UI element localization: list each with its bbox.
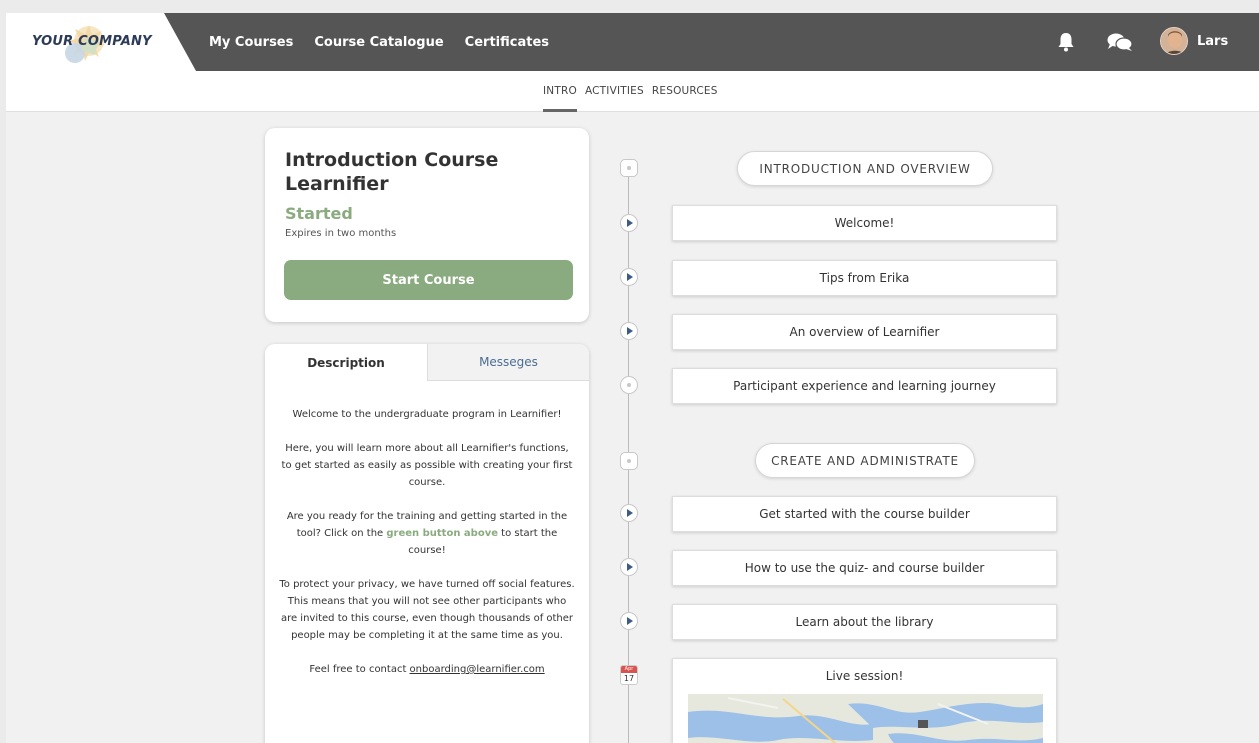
play-icon (627, 219, 633, 227)
chat-icon[interactable] (1107, 32, 1133, 52)
bell-icon[interactable] (1057, 32, 1075, 52)
tab-intro[interactable]: INTRO (543, 85, 577, 112)
timeline-node (620, 558, 638, 576)
activity-tips[interactable]: Tips from Erika (672, 260, 1057, 296)
timeline-node (620, 504, 638, 522)
sub-navbar: INTRO ACTIVITIES RESOURCES (6, 71, 1259, 112)
activity-library[interactable]: Learn about the library (672, 604, 1057, 640)
course-status: Started (285, 204, 353, 223)
play-icon (627, 327, 633, 335)
main-nav: My Courses Course Catalogue Certificates (209, 13, 570, 71)
dot-icon (627, 383, 631, 387)
live-session-card[interactable]: Live session! (672, 658, 1057, 743)
play-icon (627, 617, 633, 625)
green-button-reference: green button above (386, 528, 498, 539)
section-introduction[interactable]: INTRODUCTION AND OVERVIEW (737, 151, 993, 186)
start-course-button[interactable]: Start Course (284, 260, 573, 300)
map-icon (688, 694, 1043, 743)
avatar[interactable] (1160, 27, 1188, 55)
timeline-section-node (620, 452, 638, 470)
logo-text: YOUR COMPANY (32, 34, 152, 49)
logo[interactable]: YOUR COMPANY (6, 13, 196, 71)
timeline-node (620, 612, 638, 630)
description-paragraph: Are you ready for the training and getti… (279, 508, 575, 559)
dot-icon (627, 459, 631, 463)
tab-activities[interactable]: ACTIVITIES (585, 85, 644, 97)
user-name[interactable]: Lars (1197, 34, 1228, 49)
top-navbar: YOUR COMPANY My Courses Course Catalogue… (6, 13, 1259, 71)
tab-description[interactable]: Description (265, 344, 427, 381)
activity-overview[interactable]: An overview of Learnifier (672, 314, 1057, 350)
play-icon (627, 273, 633, 281)
calendar-month: Apr (621, 666, 637, 673)
description-paragraph: Feel free to contact onboarding@learnifi… (279, 661, 575, 678)
timeline-node (620, 214, 638, 232)
activity-quiz-builder[interactable]: How to use the quiz- and course builder (672, 550, 1057, 586)
timeline-node (620, 268, 638, 286)
description-text: Welcome to the undergraduate program in … (279, 406, 575, 695)
course-title: Introduction Course Learnifier (285, 149, 499, 195)
timeline-section-node (620, 159, 638, 177)
calendar-icon: Apr 17 (620, 665, 638, 685)
description-paragraph: Here, you will learn more about all Lear… (281, 443, 573, 488)
contact-email-link[interactable]: onboarding@learnifier.com (410, 664, 545, 675)
app-frame: YOUR COMPANY My Courses Course Catalogue… (6, 13, 1259, 743)
calendar-day: 17 (623, 674, 635, 683)
course-expiry: Expires in two months (285, 228, 397, 239)
activity-course-builder[interactable]: Get started with the course builder (672, 496, 1057, 532)
nav-certificates[interactable]: Certificates (465, 35, 549, 50)
live-session-title: Live session! (825, 669, 904, 683)
activity-welcome[interactable]: Welcome! (672, 205, 1057, 241)
timeline-node (620, 322, 638, 340)
tab-messages[interactable]: Messeges (427, 344, 589, 381)
timeline-node (620, 376, 638, 394)
tab-resources[interactable]: RESOURCES (652, 85, 718, 97)
play-icon (627, 563, 633, 571)
description-paragraph: Welcome to the undergraduate program in … (292, 409, 562, 420)
user-avatar-icon (1161, 28, 1187, 54)
activity-participant-experience[interactable]: Participant experience and learning jour… (672, 368, 1057, 404)
description-paragraph: To protect your privacy, we have turned … (279, 579, 575, 641)
map-image (688, 694, 1043, 743)
play-icon (627, 509, 633, 517)
nav-course-catalogue[interactable]: Course Catalogue (314, 35, 443, 50)
section-create-administrate[interactable]: CREATE AND ADMINISTRATE (755, 443, 975, 478)
nav-my-courses[interactable]: My Courses (209, 35, 293, 50)
description-panel: Description Messeges Welcome to the unde… (265, 344, 589, 743)
course-card: Introduction Course Learnifier Started E… (265, 128, 589, 322)
dot-icon (627, 166, 631, 170)
text-span: Feel free to contact (309, 664, 410, 675)
